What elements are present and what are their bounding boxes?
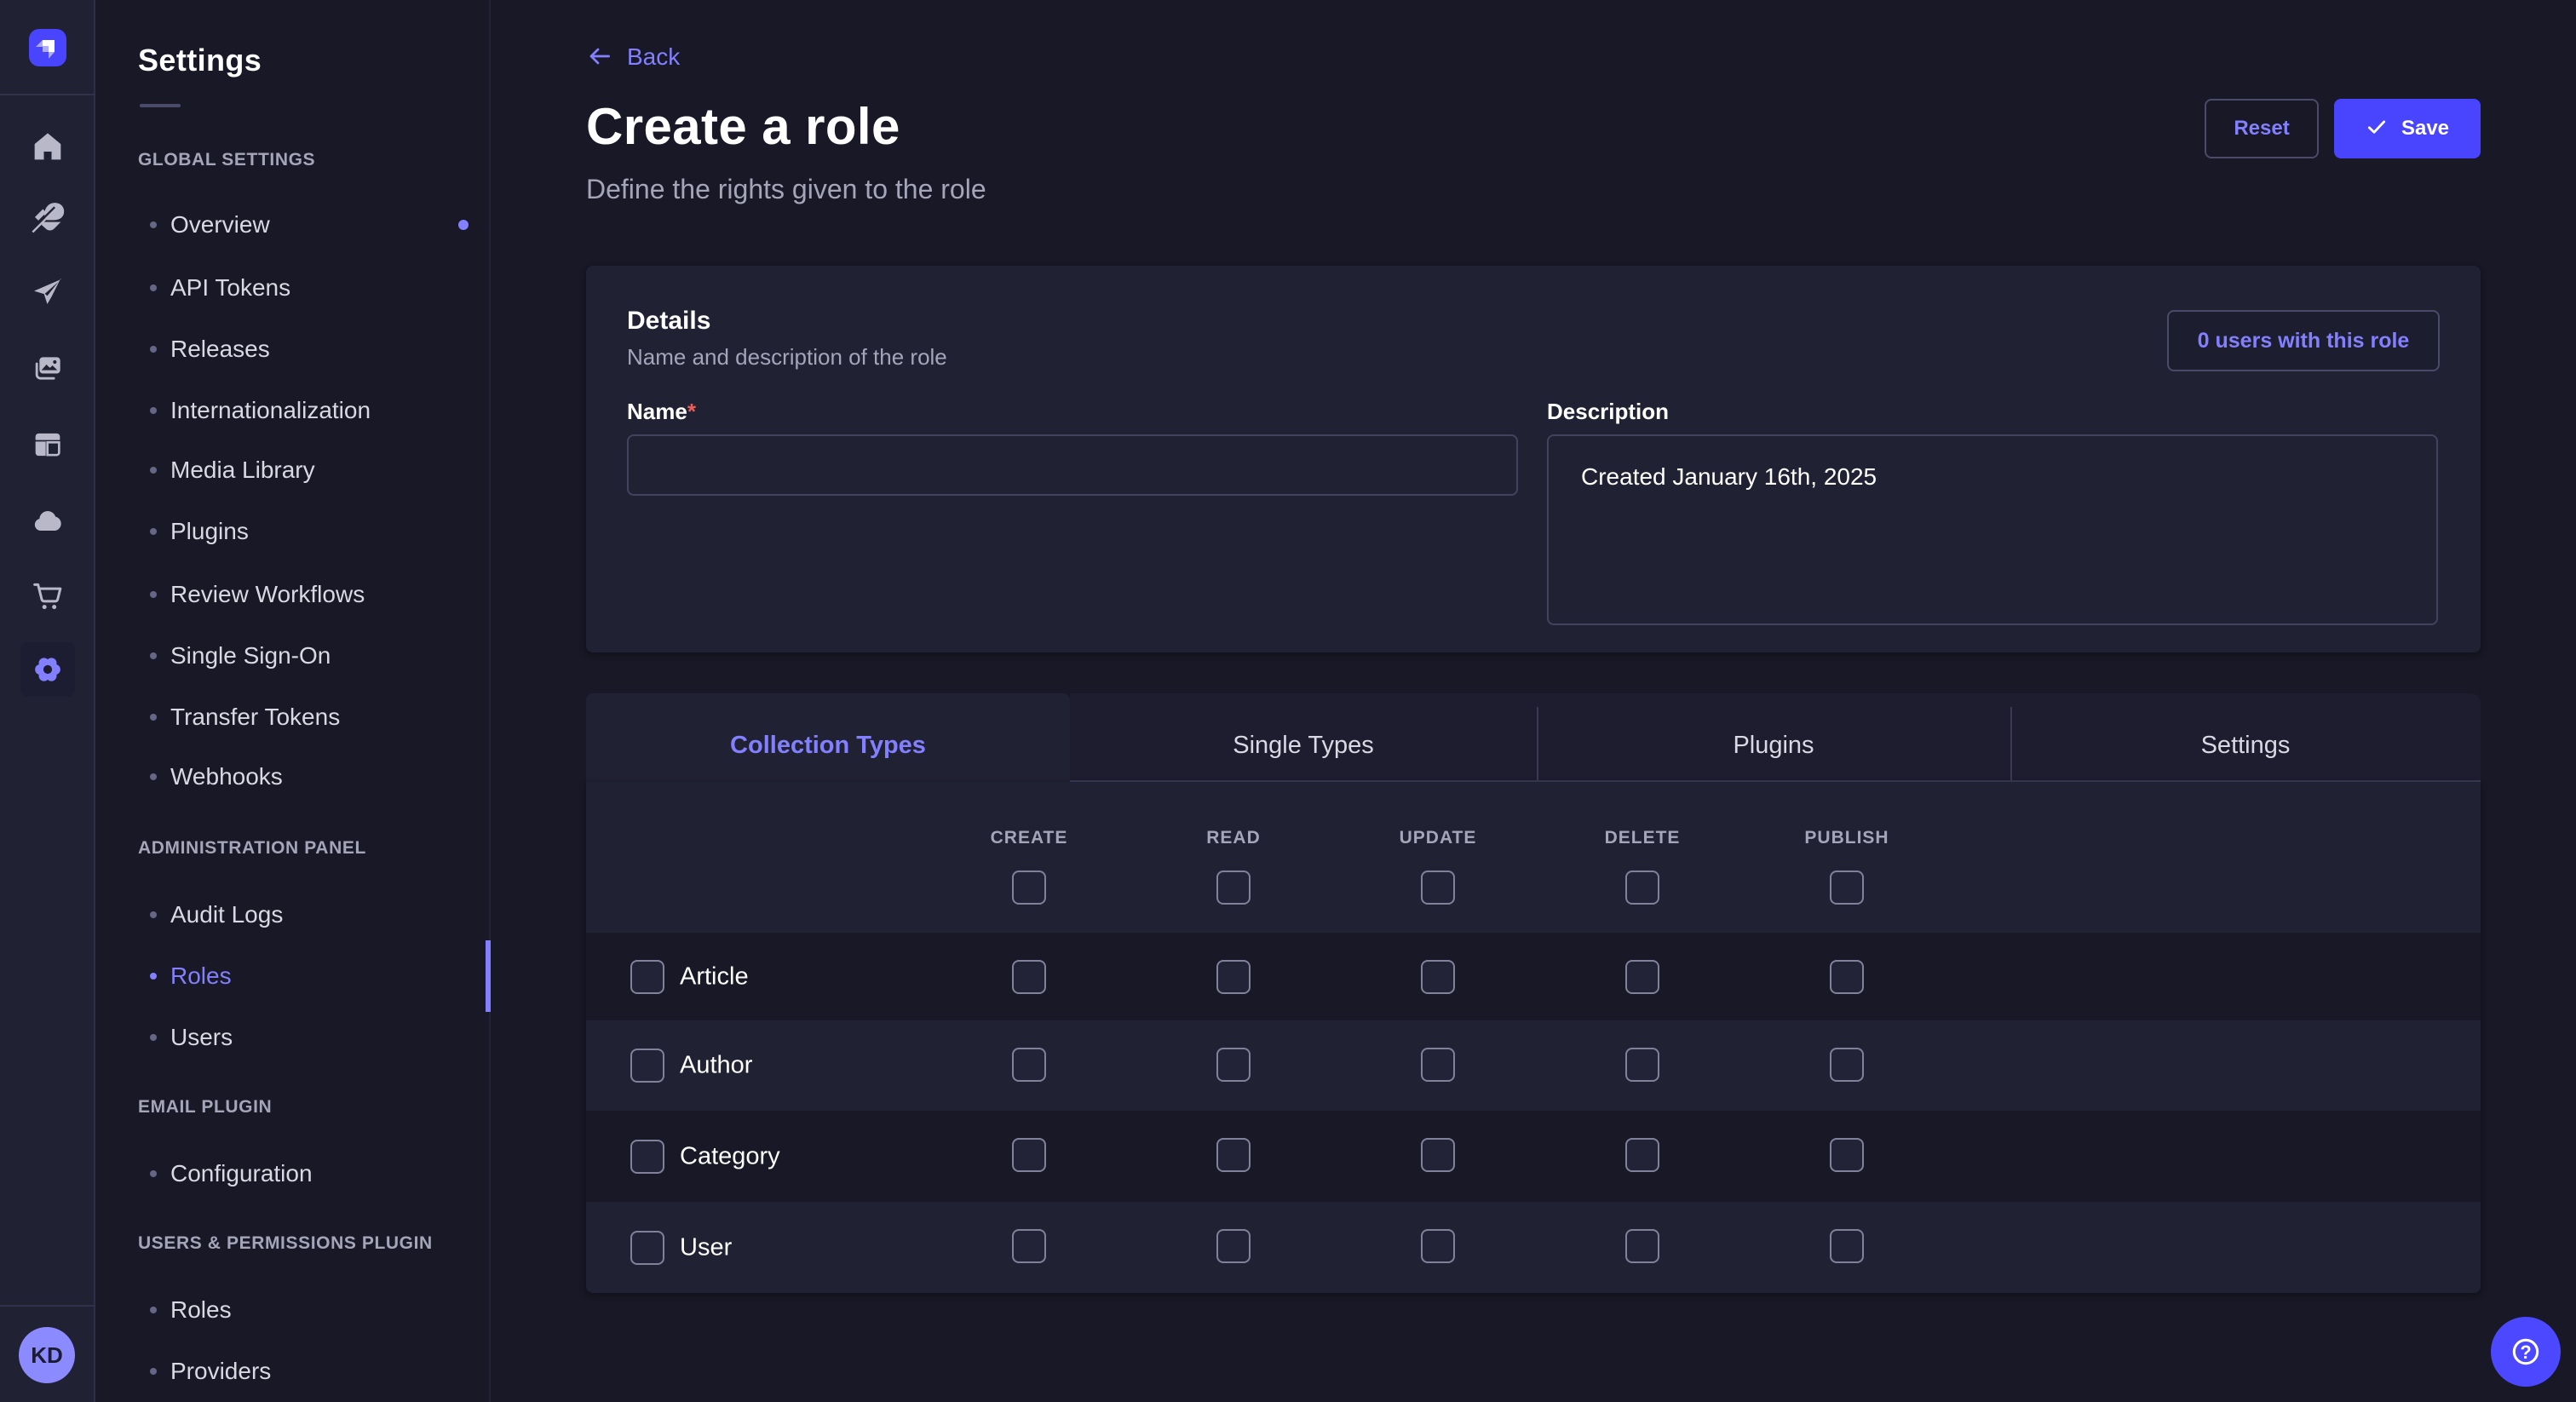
svg-text:?: ? <box>2520 1342 2531 1363</box>
